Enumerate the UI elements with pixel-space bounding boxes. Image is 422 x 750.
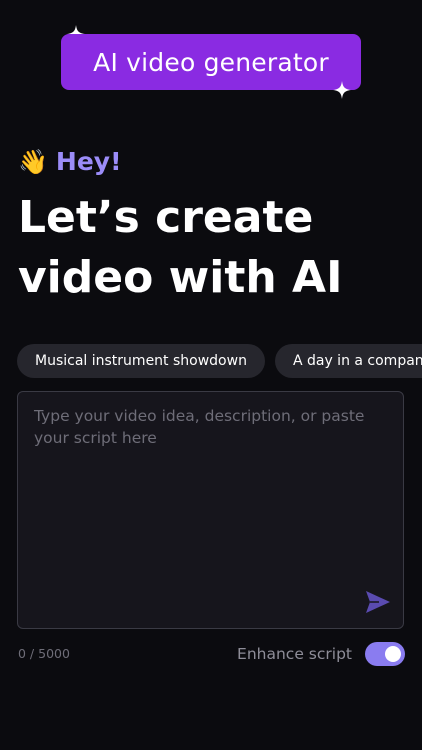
toggle-knob xyxy=(385,646,401,662)
page-title-line-2: video with AI xyxy=(18,252,343,303)
greeting-text: Hey! xyxy=(55,147,122,176)
sparkle-icon xyxy=(333,81,351,99)
suggestion-chip[interactable]: Musical instrument showdown xyxy=(17,344,265,378)
greeting: 👋 Hey! xyxy=(18,147,121,176)
waving-hand-icon: 👋 xyxy=(18,147,48,176)
character-counter: 0 / 5000 xyxy=(18,646,70,661)
page-title-line-1: Let’s create xyxy=(18,192,314,243)
app-title-badge: AI video generator xyxy=(61,34,361,90)
app-title: AI video generator xyxy=(93,47,329,77)
enhance-script-label: Enhance script xyxy=(237,645,352,663)
page-title: Let’s create video with AI xyxy=(18,188,418,308)
send-icon[interactable] xyxy=(365,590,391,614)
suggestion-chip[interactable]: A day in a company xyxy=(274,344,422,378)
suggestion-chips: Musical instrument showdown A day in a c… xyxy=(17,344,422,378)
enhance-script-toggle[interactable] xyxy=(365,642,405,666)
video-idea-box xyxy=(17,391,404,629)
app-screen: AI video generator 👋 Hey! Let’s create v… xyxy=(0,0,422,750)
video-idea-input[interactable] xyxy=(18,392,403,582)
